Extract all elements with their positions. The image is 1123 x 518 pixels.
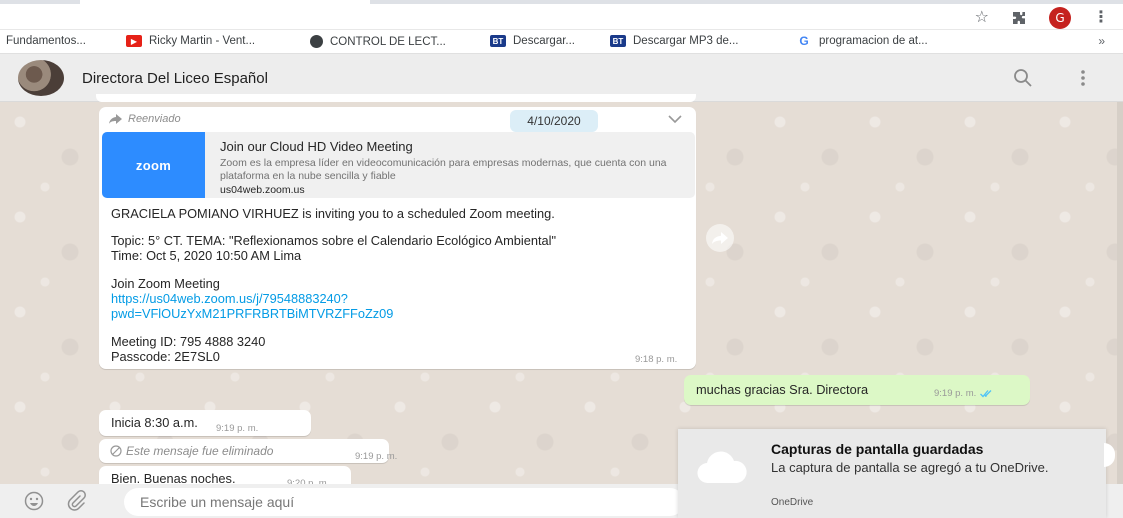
message-input[interactable]: [124, 488, 684, 516]
topic-line: Topic: 5° CT. TEMA: "Reflexionamos sobre…: [111, 233, 557, 248]
preview-description: Zoom es la empresa líder en videocomunic…: [220, 157, 667, 182]
chat-scrollbar[interactable]: [1117, 102, 1123, 484]
read-ticks-icon: [980, 390, 992, 398]
chat-menu-icon[interactable]: [1078, 67, 1088, 89]
bookmark-item[interactable]: Fundamentos...: [6, 35, 86, 47]
outgoing-message-text: muchas gracias Sra. Directora: [696, 382, 869, 397]
blocked-icon: [110, 445, 122, 457]
forward-arrow-icon: [109, 114, 122, 124]
bookmarks-overflow-button[interactable]: »: [1098, 34, 1105, 48]
meeting-link[interactable]: https://us04web.zoom.us/j/79548883240?: [111, 291, 348, 306]
message-timestamp: 9:19 p. m.: [934, 388, 977, 399]
toolbar-icons: ☆ G ⋮: [975, 7, 1109, 29]
incoming-message-text: Inicia 8:30 a.m.: [111, 415, 198, 430]
invite-line: GRACIELA POMIANO VIRHUEZ is inviting you…: [111, 206, 555, 221]
notification-source: OneDrive: [771, 497, 814, 508]
outgoing-message[interactable]: muchas gracias Sra. Directora 9:19 p. m.: [684, 375, 1030, 405]
deleted-message[interactable]: Este mensaje fue eliminado 9:19 p. m.: [99, 439, 397, 463]
date-chip: 4/10/2020: [510, 110, 598, 132]
youtube-icon: ▶: [126, 35, 142, 47]
deleted-message-text: Este mensaje fue eliminado: [126, 444, 274, 458]
join-heading: Join Zoom Meeting: [111, 276, 220, 291]
bookmark-item[interactable]: BT Descargar...: [490, 35, 575, 47]
bookmark-item[interactable]: ▶ Ricky Martin - Vent...: [126, 35, 255, 47]
bt-icon: BT: [490, 35, 506, 47]
bookmark-label: programacion de at...: [819, 35, 928, 47]
attach-clip-icon[interactable]: [66, 490, 86, 512]
search-icon[interactable]: [1012, 67, 1034, 89]
notification-body: La captura de pantalla se agregó a tu On…: [771, 460, 1049, 475]
message-timestamp: 9:18 p. m.: [635, 354, 678, 365]
browser-menu-icon[interactable]: ⋮: [1093, 10, 1109, 26]
message-timestamp: 9:19 p. m.: [216, 423, 259, 434]
extensions-puzzle-icon[interactable]: [1011, 10, 1027, 26]
time-line: Time: Oct 5, 2020 10:50 AM Lima: [111, 248, 302, 263]
bt-icon: BT: [610, 35, 626, 47]
bookmark-item[interactable]: BT Descargar MP3 de...: [610, 35, 738, 47]
chat-title[interactable]: Directora Del Liceo Español: [82, 70, 268, 87]
passcode-line: Passcode: 2E7SL0: [111, 349, 220, 364]
bookmark-label: Descargar MP3 de...: [633, 35, 739, 47]
preview-title: Join our Cloud HD Video Meeting: [220, 139, 413, 154]
preview-url: us04web.zoom.us: [220, 184, 305, 196]
site-icon: [310, 35, 323, 48]
bookmark-star-icon[interactable]: ☆: [975, 10, 989, 26]
active-tab[interactable]: [80, 0, 370, 4]
bookmark-label: CONTROL DE LECT...: [330, 35, 446, 48]
google-icon: G: [799, 34, 809, 48]
meeting-id-line: Meeting ID: 795 4888 3240: [111, 334, 266, 349]
forwarded-message[interactable]: Reenviado 4/10/2020 zoom Join our Cloud …: [99, 107, 696, 369]
outgoing-message-meta: 9:19 p. m.: [934, 388, 994, 399]
bookmark-label: Fundamentos...: [6, 35, 86, 47]
zoom-logo: zoom: [102, 132, 205, 198]
onedrive-notification[interactable]: Capturas de pantalla guardadas La captur…: [678, 429, 1106, 518]
incoming-message[interactable]: Inicia 8:30 a.m. 9:19 p. m.: [99, 410, 311, 436]
previous-message-edge: [96, 94, 696, 102]
emoji-icon[interactable]: [24, 491, 44, 511]
browser-toolbar: ☆ G ⋮: [0, 0, 1123, 30]
message-timestamp: 9:19 p. m.: [355, 451, 398, 462]
chevron-down-icon[interactable]: [668, 115, 682, 124]
bookmark-label: Ricky Martin - Vent...: [149, 35, 256, 47]
tab-strip: [0, 0, 1123, 4]
meeting-link-continued[interactable]: pwd=VFlOUzYxM21PRFRBRTBiMTVRZFFoZz09: [111, 306, 393, 321]
bookmark-item[interactable]: CONTROL DE LECT...: [310, 35, 446, 48]
bookmark-item[interactable]: G programacion de at...: [796, 34, 928, 48]
cloud-icon: [697, 451, 747, 484]
share-arrow-icon: [712, 232, 728, 244]
link-preview-card[interactable]: zoom Join our Cloud HD Video Meeting Zoo…: [102, 132, 695, 198]
forward-share-button[interactable]: [706, 224, 734, 252]
profile-avatar[interactable]: G: [1049, 7, 1071, 29]
bookmarks-bar: Fundamentos... ▶ Ricky Martin - Vent... …: [0, 30, 1123, 54]
notification-title: Capturas de pantalla guardadas: [771, 441, 984, 457]
forwarded-indicator: Reenviado: [109, 113, 181, 125]
contact-avatar[interactable]: [18, 60, 64, 96]
forwarded-label: Reenviado: [128, 113, 181, 125]
bookmark-label: Descargar...: [513, 35, 575, 47]
